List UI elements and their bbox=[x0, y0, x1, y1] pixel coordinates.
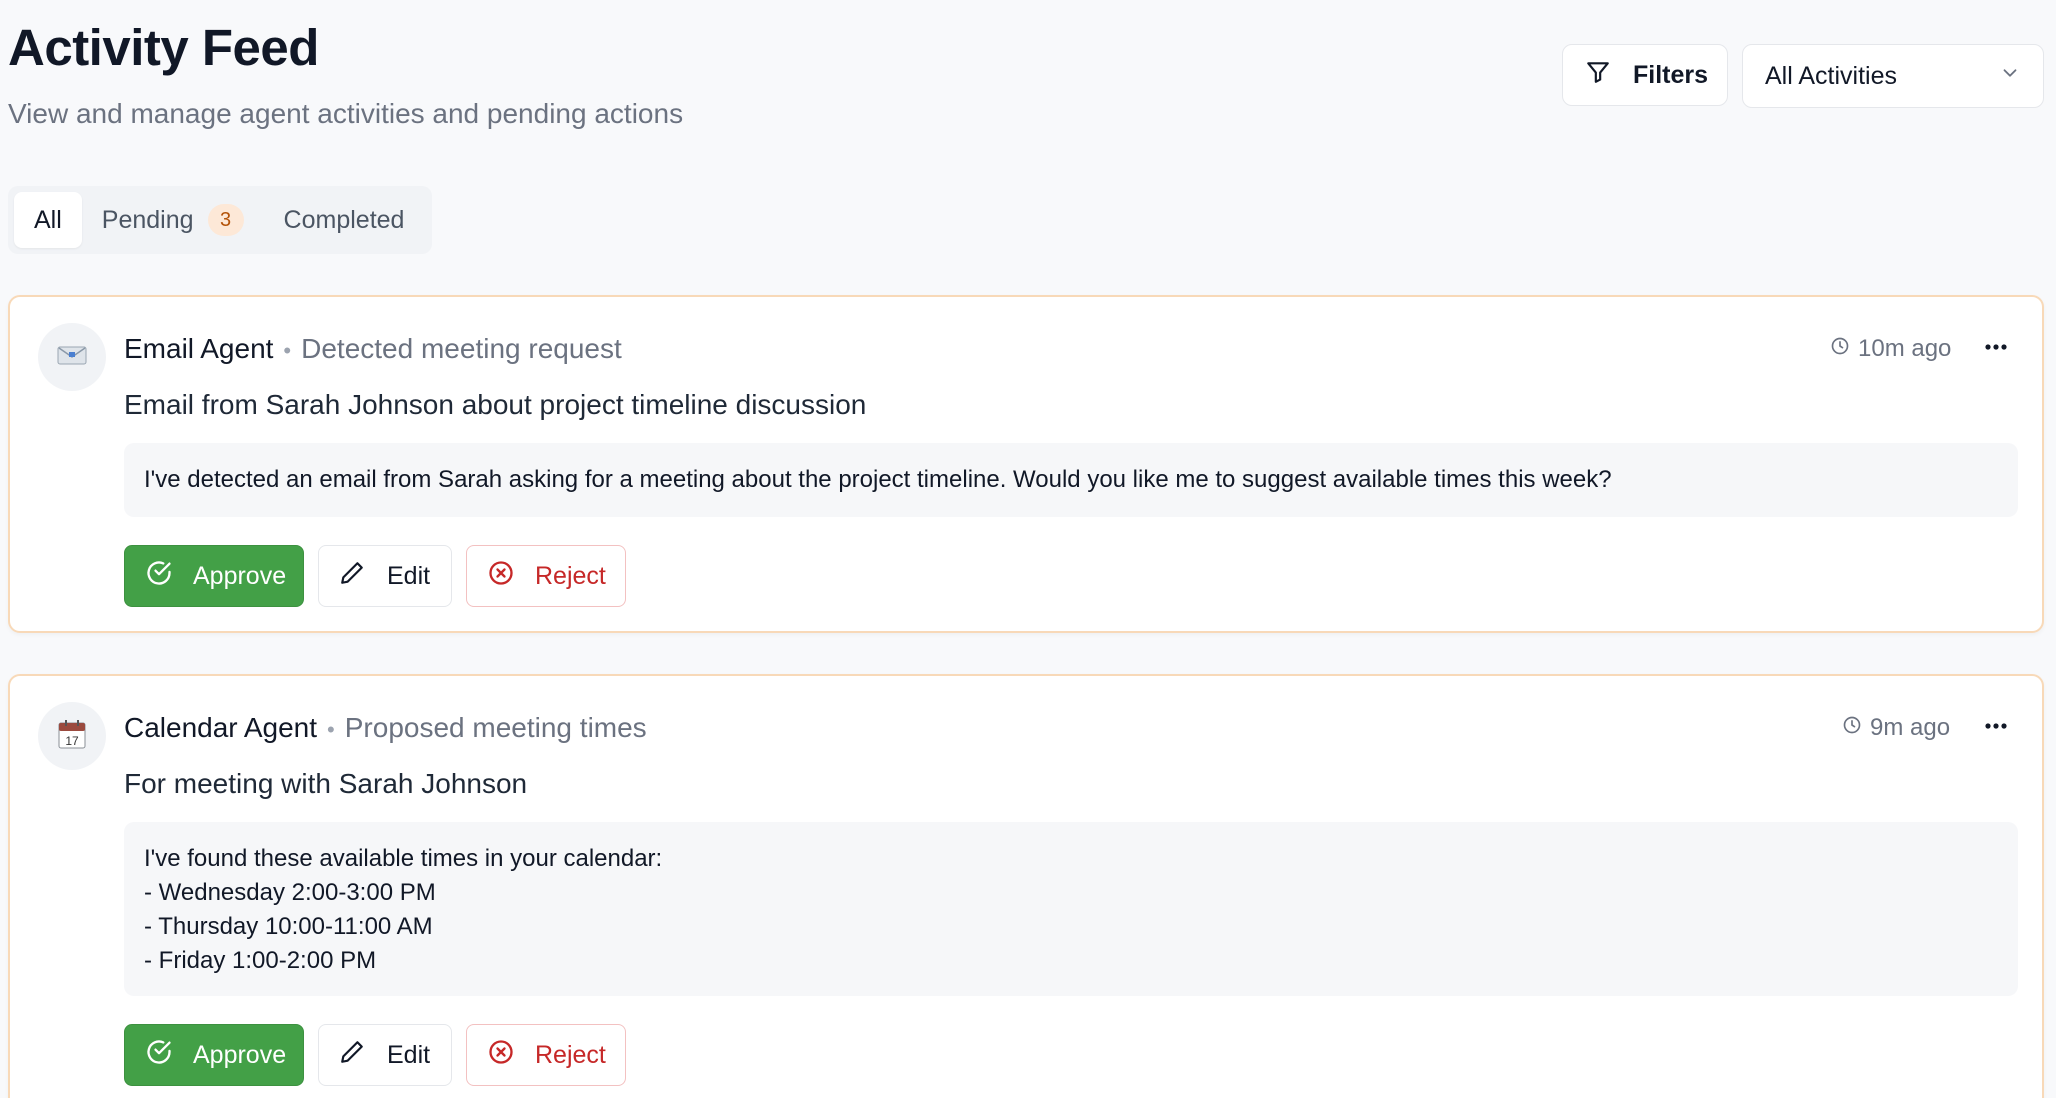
card-header: Email Agent • Detected meeting request bbox=[124, 333, 622, 365]
agent-message: I've found these available times in your… bbox=[124, 822, 2018, 996]
agent-avatar bbox=[38, 323, 106, 391]
edit-button[interactable]: Edit bbox=[318, 1024, 452, 1086]
x-circle-icon bbox=[487, 559, 515, 594]
reject-label: Reject bbox=[535, 561, 606, 590]
calendar-icon: 17 bbox=[58, 719, 86, 754]
agent-name: Email Agent bbox=[124, 333, 274, 364]
activity-feed-page: Activity Feed View and manage agent acti… bbox=[0, 0, 2056, 1098]
activity-tabs: All Pending 3 Completed bbox=[8, 186, 432, 254]
filters-label: Filters bbox=[1633, 60, 1709, 89]
page-subtitle: View and manage agent activities and pen… bbox=[8, 98, 684, 129]
envelope-icon bbox=[57, 343, 87, 372]
card-header: Calendar Agent • Proposed meeting times bbox=[124, 712, 647, 744]
tab-pending[interactable]: Pending 3 bbox=[82, 192, 264, 248]
tab-all[interactable]: All bbox=[14, 192, 82, 248]
approve-button[interactable]: Approve bbox=[124, 1024, 304, 1086]
reject-label: Reject bbox=[535, 1040, 606, 1069]
approve-button[interactable]: Approve bbox=[124, 545, 304, 607]
pencil-icon bbox=[339, 560, 365, 593]
message-line: I've detected an email from Sarah asking… bbox=[144, 466, 1612, 493]
approve-label: Approve bbox=[193, 561, 287, 590]
message-line: I've found these available times in your… bbox=[144, 845, 663, 872]
agent-name: Calendar Agent bbox=[124, 712, 318, 743]
agent-avatar: 17 bbox=[38, 702, 106, 770]
approve-label: Approve bbox=[193, 1040, 287, 1069]
pencil-icon bbox=[339, 1039, 365, 1072]
timestamp-text: 10m ago bbox=[1858, 335, 1952, 362]
more-options-button[interactable] bbox=[1970, 704, 2022, 748]
tab-completed-label: Completed bbox=[283, 205, 405, 234]
action-buttons: Approve Edit Reject bbox=[124, 1024, 626, 1086]
activity-type-select[interactable]: All Activities bbox=[1742, 44, 2044, 108]
chevron-down-icon bbox=[1999, 62, 2021, 91]
separator-dot: • bbox=[327, 717, 335, 742]
reject-button[interactable]: Reject bbox=[466, 545, 626, 607]
check-circle-icon bbox=[145, 1038, 173, 1073]
x-circle-icon bbox=[487, 1038, 515, 1073]
agent-action: Detected meeting request bbox=[301, 333, 622, 364]
separator-dot: • bbox=[283, 338, 292, 363]
activity-card: 17 Calendar Agent • Proposed meeting tim… bbox=[8, 674, 2044, 1098]
agent-action: Proposed meeting times bbox=[344, 712, 647, 743]
tab-completed[interactable]: Completed bbox=[264, 192, 425, 248]
more-options-button[interactable] bbox=[1970, 325, 2022, 369]
timestamp: 9m ago bbox=[1842, 714, 1950, 742]
edit-button[interactable]: Edit bbox=[318, 545, 452, 607]
action-buttons: Approve Edit Reject bbox=[124, 545, 626, 607]
message-line: - Wednesday 2:00-3:00 PM bbox=[144, 879, 436, 906]
message-line: - Thursday 10:00-11:00 AM bbox=[144, 913, 433, 940]
reject-button[interactable]: Reject bbox=[466, 1024, 626, 1086]
activity-card: Email Agent • Detected meeting request 1… bbox=[8, 295, 2044, 633]
filters-button[interactable]: Filters bbox=[1562, 44, 1728, 106]
edit-label: Edit bbox=[387, 1040, 431, 1069]
tab-all-label: All bbox=[34, 205, 62, 234]
tab-pending-label: Pending bbox=[101, 205, 194, 234]
activity-select-value: All Activities bbox=[1765, 61, 1897, 90]
page-title: Activity Feed bbox=[8, 19, 319, 76]
timestamp-text: 9m ago bbox=[1870, 714, 1951, 741]
timestamp: 10m ago bbox=[1830, 335, 1951, 363]
activity-title: Email from Sarah Johnson about project t… bbox=[124, 389, 867, 420]
pending-count-badge: 3 bbox=[207, 204, 244, 236]
clock-icon bbox=[1842, 714, 1862, 742]
message-line: - Friday 1:00-2:00 PM bbox=[144, 947, 377, 974]
filter-icon bbox=[1585, 59, 1611, 92]
calendar-day: 17 bbox=[65, 734, 79, 748]
edit-label: Edit bbox=[387, 561, 431, 590]
agent-message: I've detected an email from Sarah asking… bbox=[124, 443, 2018, 517]
clock-icon bbox=[1830, 335, 1850, 363]
activity-title: For meeting with Sarah Johnson bbox=[124, 768, 528, 799]
more-horizontal-icon bbox=[1984, 338, 2008, 356]
more-horizontal-icon bbox=[1984, 717, 2008, 735]
check-circle-icon bbox=[145, 559, 173, 594]
